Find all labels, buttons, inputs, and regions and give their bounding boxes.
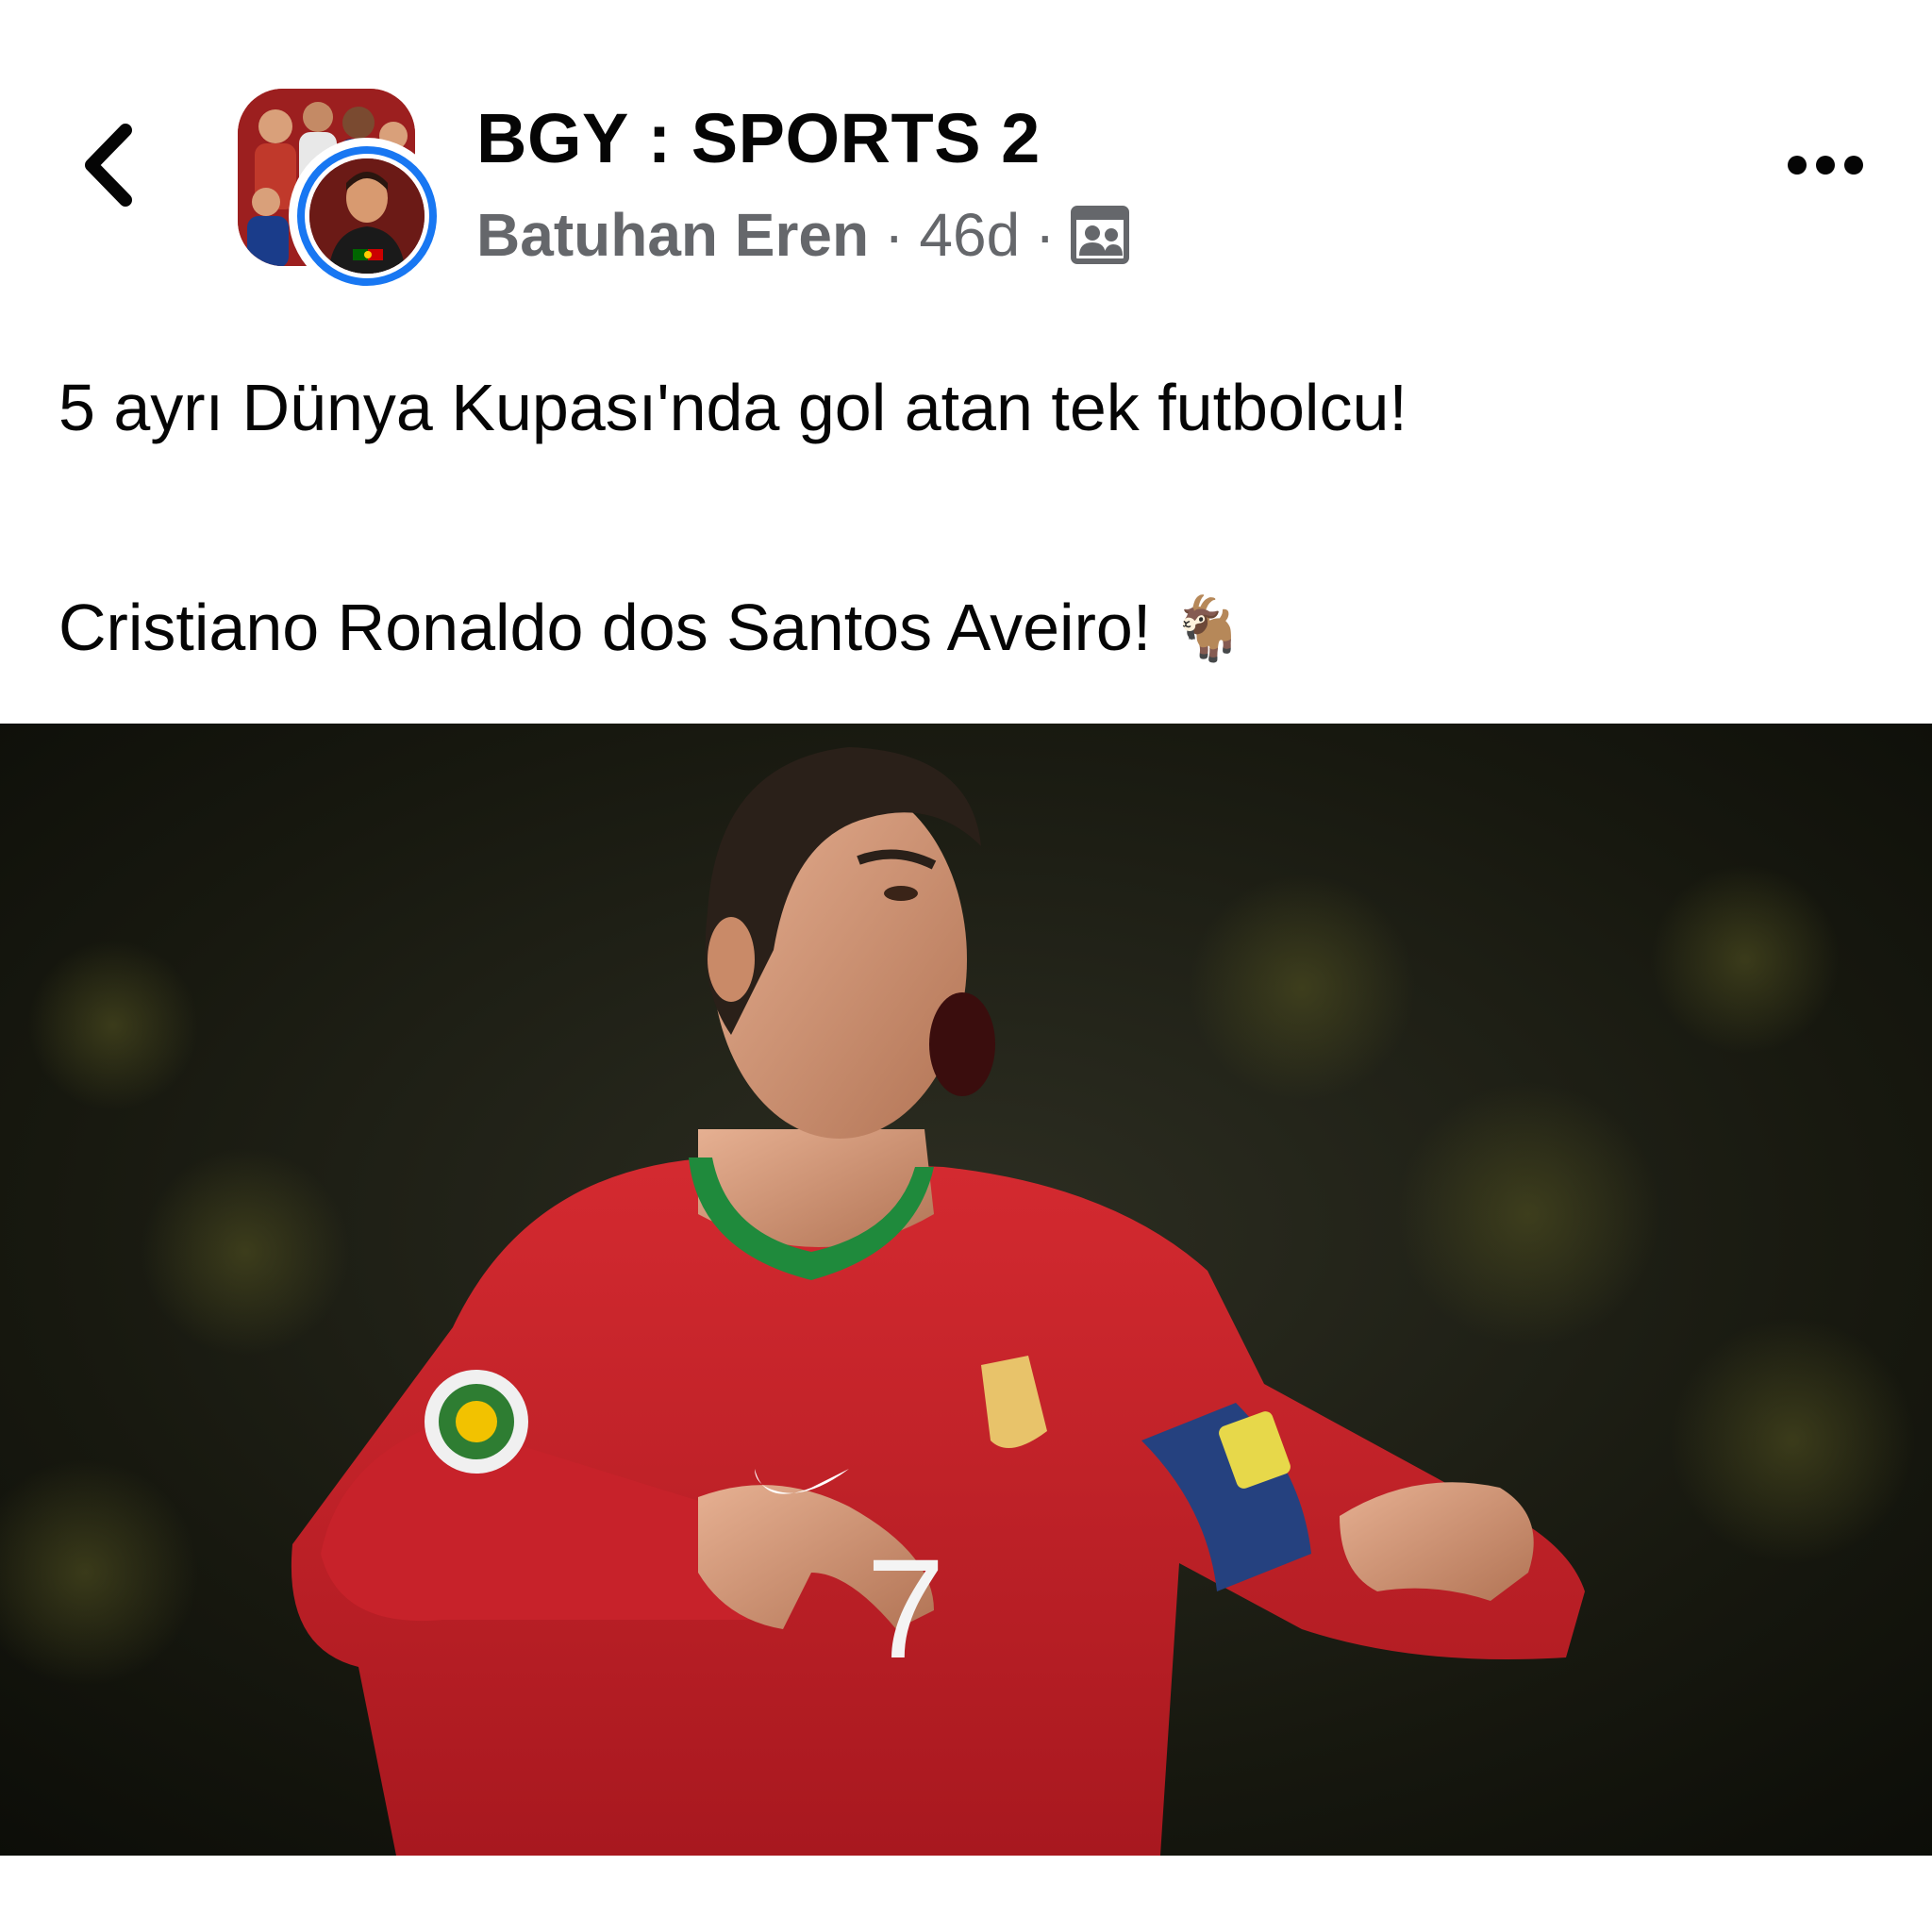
back-button[interactable]: [66, 113, 151, 217]
post-view: BGY : SPORTS 2 Batuhan Eren · 46d · 5 ay…: [0, 0, 1932, 1932]
more-options-button[interactable]: [1774, 142, 1877, 189]
group-name[interactable]: BGY : SPORTS 2: [476, 98, 1041, 178]
player-celebration-image: 7: [0, 724, 1932, 1856]
post-photo[interactable]: 7: [0, 724, 1932, 1856]
post-meta: Batuhan Eren · 46d ·: [476, 200, 1130, 270]
group-members-icon: [1071, 206, 1130, 264]
goat-emoji: 🐐: [1169, 593, 1247, 663]
jersey-number: 7: [866, 1529, 944, 1688]
post-age[interactable]: 46d: [919, 200, 1020, 270]
post-text-line: 5 ayrı Dünya Kupası'nda gol atan tek fut…: [58, 371, 1407, 444]
author-portrait: [309, 158, 425, 274]
author-avatar-border: [297, 146, 437, 286]
more-horizontal-icon: [1788, 156, 1863, 175]
meta-separator: ·: [1035, 201, 1056, 269]
meta-separator: ·: [884, 201, 905, 269]
post-text-name: Cristiano Ronaldo dos Santos Aveiro!: [58, 591, 1152, 664]
author-name[interactable]: Batuhan Eren: [476, 200, 869, 270]
author-avatar-photo: [309, 158, 425, 274]
author-avatar[interactable]: [289, 138, 445, 294]
chevron-left-icon: [85, 124, 132, 207]
post-text-line: Cristiano Ronaldo dos Santos Aveiro! 🐐: [58, 590, 1247, 666]
